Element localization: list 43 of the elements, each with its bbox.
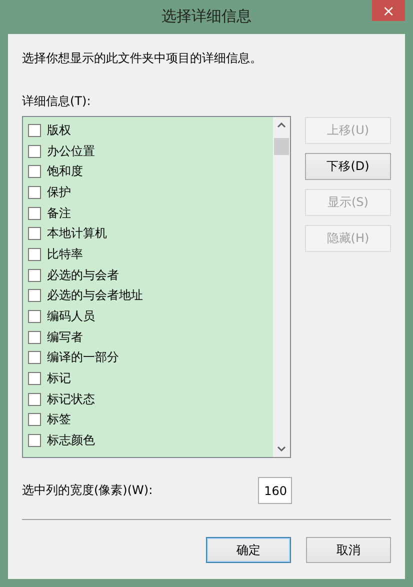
detail-label: 必选的与会者地址: [47, 287, 143, 304]
detail-label: 比特率: [47, 246, 83, 263]
detail-label: 标签: [47, 411, 71, 428]
checkbox[interactable]: [28, 330, 41, 344]
cancel-button[interactable]: 取消: [306, 537, 391, 563]
close-button[interactable]: ×: [372, 0, 405, 21]
description: 选择你想显示的此文件夹中项目的详细信息。: [22, 50, 263, 67]
window-title: 选择详细信息: [162, 7, 252, 26]
width-label: 选中列的宽度(像素)(W):: [22, 482, 154, 499]
scrollbar[interactable]: [273, 117, 290, 457]
checkbox[interactable]: [28, 144, 41, 158]
detail-label: 编码人员: [47, 308, 95, 326]
detail-label: 标志颜色: [47, 432, 95, 450]
detail-label: 本地计算机: [47, 225, 107, 242]
detail-label: 编写者: [47, 328, 83, 346]
detail-label: 饱和度: [47, 163, 83, 180]
detail-label: 标记状态: [47, 390, 95, 408]
checkbox[interactable]: [28, 434, 41, 448]
checkbox[interactable]: [28, 186, 41, 199]
detail-label: 备注: [47, 204, 71, 222]
scroll-thumb[interactable]: [274, 138, 289, 155]
detail-label: 保护: [47, 184, 71, 201]
checkbox[interactable]: [28, 289, 41, 302]
checkbox[interactable]: [28, 206, 41, 220]
checkbox[interactable]: [28, 227, 41, 240]
detail-label: 编译的一部分: [47, 349, 119, 366]
detail-label: 标记: [47, 370, 71, 388]
checkbox[interactable]: [28, 392, 41, 406]
detail-label: 办公位置: [47, 142, 95, 160]
detail-label: 必选的与会者: [47, 266, 119, 284]
details-label: 详细信息(T):: [22, 93, 92, 110]
checkbox[interactable]: [28, 268, 41, 282]
checkbox[interactable]: [28, 351, 41, 364]
checkbox[interactable]: [28, 310, 41, 324]
width-input[interactable]: 160: [258, 477, 292, 504]
checkbox[interactable]: [28, 165, 41, 178]
detail-label: 版权: [47, 122, 71, 139]
checkbox[interactable]: [28, 372, 41, 386]
checkbox[interactable]: [28, 413, 41, 426]
checkbox[interactable]: [28, 248, 41, 261]
ok-button[interactable]: 确定: [206, 537, 291, 563]
move-button[interactable]: 下移(D): [305, 153, 391, 180]
checkbox[interactable]: [28, 124, 41, 137]
